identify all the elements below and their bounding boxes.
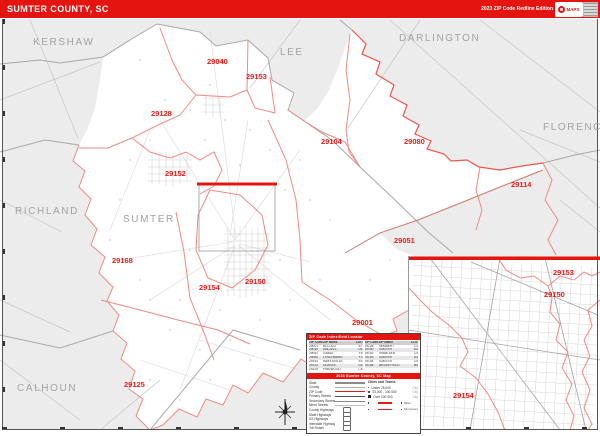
zip-index-right-column: ZIP Code ZIP Name LOC 29128REMBERTC3 291…	[365, 341, 419, 372]
zip-index-row: 29125PINEWOODC8	[309, 368, 363, 372]
legend-panel: ZIP Code Index/Grid Locator ZIP Code ZIP…	[306, 333, 421, 434]
city-symbol	[368, 387, 370, 389]
city-symbol	[368, 395, 371, 398]
line-sample	[335, 391, 365, 392]
city-class-row: Over 100,000 City	[368, 394, 418, 399]
line-sample	[335, 396, 365, 397]
city-symbol	[368, 391, 371, 394]
title-banner: SUMTER COUNTY, SC 2023 ZIP Code Redline …	[0, 0, 600, 18]
publisher-logo-text: MAPS	[566, 7, 579, 12]
publisher-logo: MAPS	[555, 2, 583, 17]
legend-line-samples: State County ZIP Code Primary Streets Se…	[309, 380, 365, 430]
county-title: SUMTER COUNTY, SC	[7, 4, 109, 14]
scale-bar	[368, 402, 402, 404]
legend-body: State County ZIP Code Primary Streets Se…	[307, 379, 420, 432]
legend-line-item: Toll Roads	[309, 426, 365, 431]
scale-bar	[368, 409, 402, 411]
cities-title: Cities and Towns	[368, 380, 418, 384]
frame-bottom	[2, 429, 598, 430]
scale-kilometers: Kilometers	[368, 407, 418, 411]
line-sample	[335, 387, 365, 388]
zip-index-table: ZIP Code ZIP Name LOC 29001ALCOLUE7 2904…	[307, 340, 420, 374]
map-document: SUMTER COUNTY, SC 2023 ZIP Code Redline …	[0, 0, 600, 436]
zip-index-row: 29168WEDGEFIELDB5	[365, 364, 419, 368]
line-sample	[335, 405, 365, 406]
legend-cities: Cities and Towns Under 25,000 City 25,00…	[368, 380, 418, 430]
frame-right	[597, 19, 598, 429]
publisher-logo-icon	[558, 6, 565, 13]
scale-miles: Miles	[368, 401, 418, 405]
line-sample	[335, 401, 365, 402]
zip-index-left-column: ZIP Code ZIP Name LOC 29001ALCOLUE7 2904…	[309, 341, 363, 372]
inset-map-canvas	[408, 256, 600, 430]
line-sample	[335, 382, 365, 384]
frame-left	[2, 19, 3, 429]
fineprint-block	[583, 2, 598, 17]
edition-label: 2023 ZIP Code Redline Edition	[481, 6, 553, 12]
line-sample	[343, 425, 351, 430]
